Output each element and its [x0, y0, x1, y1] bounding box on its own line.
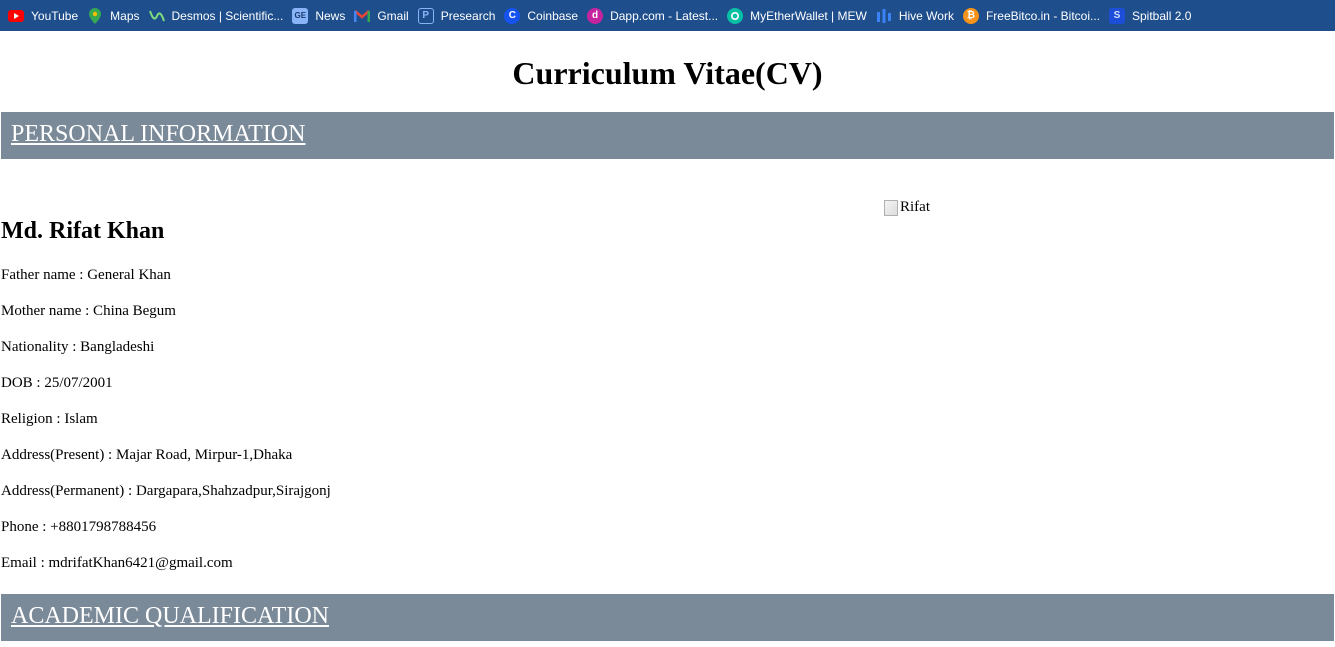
bookmark-news[interactable]: GE News	[290, 4, 352, 28]
bookmarks-bar: YouTube Maps Desmos | Scientific... GE N…	[0, 0, 1335, 31]
bookmark-label: FreeBitco.in - Bitcoi...	[985, 8, 1100, 23]
bookmark-mew[interactable]: MyEtherWallet | MEW	[725, 4, 874, 28]
profile-photo: Rifat	[884, 199, 930, 216]
bookmark-label: Presearch	[440, 8, 496, 23]
info-address-present: Address(Present) : Majar Road, Mirpur-1,…	[1, 447, 293, 463]
bitcoin-icon: ₿	[962, 7, 979, 24]
bookmark-label: Desmos | Scientific...	[171, 8, 284, 23]
bookmark-label: Spitball 2.0	[1132, 8, 1192, 23]
bookmark-youtube[interactable]: YouTube	[6, 4, 85, 28]
broken-image-icon	[884, 199, 898, 216]
info-phone: Phone : +8801798788456	[1, 519, 157, 535]
bookmark-presearch[interactable]: P Presearch	[416, 4, 503, 28]
bookmark-dapp[interactable]: d Dapp.com - Latest...	[585, 4, 725, 28]
bookmark-gmail[interactable]: Gmail	[352, 4, 415, 28]
section-heading: PERSONAL INFORMATION	[11, 121, 306, 147]
bookmark-label: Gmail	[377, 8, 409, 23]
person-name: Md. Rifat Khan	[1, 218, 165, 244]
bookmark-label: Coinbase	[527, 8, 579, 23]
info-nationality: Nationality : Bangladeshi	[1, 339, 155, 355]
bookmark-label: News	[315, 8, 346, 23]
presearch-icon: P	[417, 7, 434, 24]
dapp-icon: d	[587, 7, 604, 24]
bookmark-label: Maps	[110, 8, 140, 23]
bookmark-label: Hive Work	[898, 8, 954, 23]
bookmark-label: MyEtherWallet | MEW	[750, 8, 867, 23]
hive-icon	[876, 8, 892, 24]
news-icon: GE	[292, 7, 309, 24]
info-religion: Religion : Islam	[1, 411, 98, 427]
bookmark-label: YouTube	[31, 8, 79, 23]
info-dob: DOB : 25/07/2001	[1, 375, 113, 391]
cv-page: Curriculum Vitae(CV) PERSONAL INFORMATIO…	[0, 31, 1335, 647]
section-personal-information: PERSONAL INFORMATION	[1, 112, 1334, 159]
bookmark-coinbase[interactable]: C Coinbase	[502, 4, 585, 28]
photo-alt-text: Rifat	[900, 199, 930, 215]
page-title: Curriculum Vitae(CV)	[512, 55, 823, 91]
maps-icon	[87, 7, 103, 24]
youtube-icon	[8, 8, 24, 24]
info-father-name: Father name : General Khan	[1, 267, 171, 283]
section-academic-qualification: ACADEMIC QUALIFICATION	[1, 594, 1334, 641]
section-heading: ACADEMIC QUALIFICATION	[11, 603, 329, 629]
mew-icon	[727, 7, 744, 24]
gmail-icon	[354, 8, 371, 24]
info-address-permanent: Address(Permanent) : Dargapara,Shahzadpu…	[1, 483, 331, 499]
bookmark-maps[interactable]: Maps	[85, 4, 146, 28]
bookmark-label: Dapp.com - Latest...	[610, 8, 719, 23]
spitball-icon: S	[1109, 7, 1125, 24]
bookmark-hive-work[interactable]: Hive Work	[874, 4, 961, 28]
bookmark-freebitco[interactable]: ₿ FreeBitco.in - Bitcoi...	[961, 4, 1107, 28]
desmos-icon	[148, 8, 165, 24]
bookmark-spitball[interactable]: S Spitball 2.0	[1107, 4, 1198, 28]
coinbase-icon: C	[504, 7, 521, 24]
info-mother-name: Mother name : China Begum	[1, 303, 176, 319]
bookmark-desmos[interactable]: Desmos | Scientific...	[147, 4, 291, 28]
info-email: Email : mdrifatKhan6421@gmail.com	[1, 555, 233, 571]
